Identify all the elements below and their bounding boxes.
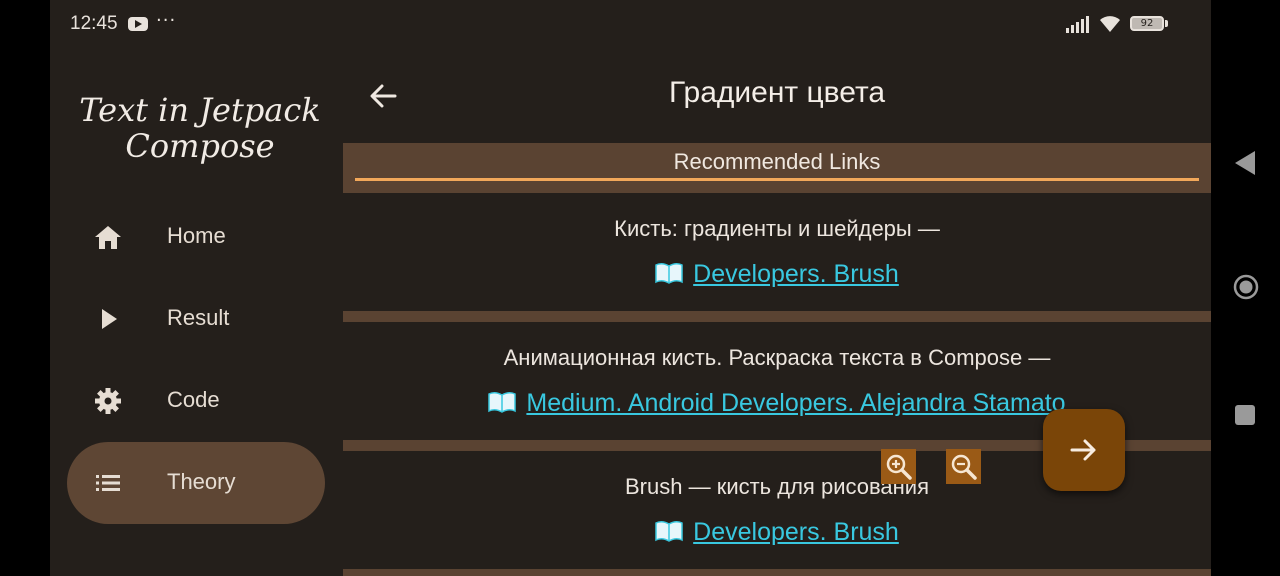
list-icon [96, 475, 120, 491]
link-description: Анимационная кисть. Раскраска текста в C… [503, 345, 1051, 370]
next-fab-button[interactable] [1043, 409, 1125, 491]
link-item: Кисть: градиенты и шейдеры — Developers.… [343, 216, 1211, 289]
zoom-in-icon [886, 454, 912, 480]
zoom-in-button[interactable] [881, 449, 916, 484]
link-text: Developers. Brush [693, 518, 899, 546]
zoom-out-button[interactable] [946, 449, 981, 484]
book-icon [655, 262, 683, 284]
more-notifications-icon: ··· [156, 10, 177, 31]
wifi-icon [1100, 16, 1120, 32]
link-text: Developers. Brush [693, 260, 899, 288]
theory-content: Градиент цвета Recommended Links Кисть: … [343, 50, 1211, 576]
book-icon [655, 520, 683, 542]
book-icon [488, 391, 517, 413]
link-text: Medium. Android Developers. Alejandra St… [526, 389, 1066, 417]
status-bar: 12:45 ··· 92 [50, 0, 1211, 50]
nav-item-result[interactable]: Result [67, 278, 325, 360]
battery-icon: 92 [1130, 16, 1164, 31]
link-description: Кисть: градиенты и шейдеры — [614, 216, 940, 241]
nav-item-theory[interactable]: Theory [67, 442, 325, 524]
developers-brush-link[interactable]: Developers. Brush [343, 518, 1211, 547]
status-time: 12:45 [70, 13, 118, 34]
app-screen: 12:45 ··· 92 Text in Jetpack Compose Hom… [50, 0, 1211, 576]
separator [343, 311, 1211, 322]
section-header-label: Recommended Links [673, 149, 881, 174]
link-item: Анимационная кисть. Раскраска текста в C… [343, 345, 1211, 418]
signal-icon [1066, 16, 1089, 33]
developers-brush-link[interactable]: Developers. Brush [343, 260, 1211, 289]
zoom-out-icon [951, 454, 977, 480]
app-title-line1: Text in Jetpack [79, 91, 321, 129]
navigation-drawer: Text in Jetpack Compose Home Result Code… [50, 50, 343, 576]
home-icon [95, 226, 121, 249]
recommended-links-header: Recommended Links [343, 143, 1211, 193]
separator [343, 569, 1211, 576]
nav-label-code: Code [167, 387, 220, 412]
nav-item-code[interactable]: Code [67, 360, 325, 442]
battery-tip [1165, 20, 1168, 27]
app-title: Text in Jetpack Compose [70, 92, 330, 164]
nav-label-result: Result [167, 305, 230, 330]
system-home-icon[interactable] [1233, 274, 1259, 300]
nav-label-home: Home [167, 223, 226, 248]
nav-label-theory: Theory [167, 469, 236, 494]
nav-item-home[interactable]: Home [67, 196, 325, 278]
app-title-line2: Compose [125, 127, 275, 165]
arrow-forward-icon [1070, 439, 1096, 461]
system-back-icon[interactable] [1233, 150, 1257, 176]
gear-icon [95, 388, 121, 414]
header-underline [355, 178, 1199, 181]
system-recents-icon[interactable] [1233, 403, 1257, 427]
youtube-icon [128, 17, 148, 31]
page-title: Градиент цвета [668, 76, 886, 109]
play-icon [102, 309, 117, 329]
system-navigation-bar [1211, 0, 1280, 576]
